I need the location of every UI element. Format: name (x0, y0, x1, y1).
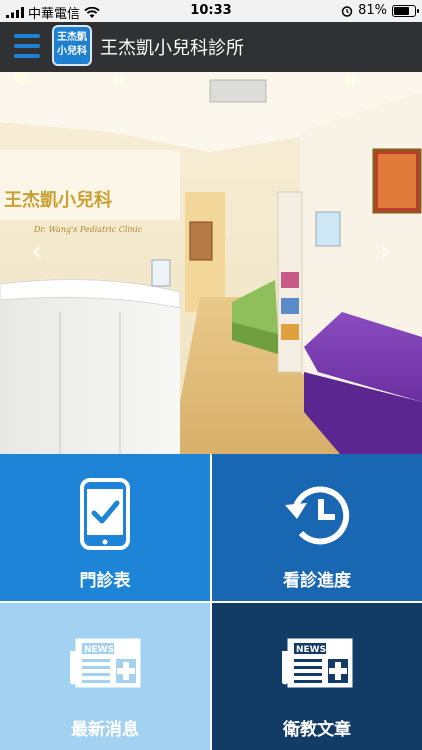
hero-carousel[interactable]: 王杰凱小兒科 Dr. Wang's Pediatric Clinic ‹ › (0, 72, 422, 454)
clinic-logo: 王杰凱 小兒科 (52, 25, 92, 66)
news-icon: NEWS (212, 623, 422, 703)
news-icon: NEWS (0, 623, 210, 703)
tile-news[interactable]: NEWS 最新消息 (0, 603, 210, 750)
carousel-next-button[interactable]: › (370, 232, 400, 272)
battery-icon (392, 4, 419, 17)
battery-fill (394, 6, 409, 15)
carousel-prev-button[interactable]: ‹ (22, 232, 52, 272)
tile-schedule[interactable]: 門診表 (0, 454, 210, 601)
menu-button[interactable] (14, 34, 40, 58)
history-icon (212, 474, 422, 554)
menu-tiles: 門診表 看診進度 NEWS 最新消息 NEWS 衛教文章 (0, 454, 422, 750)
svg-text:NEWS: NEWS (296, 645, 326, 655)
tile-label: 最新消息 (71, 720, 139, 740)
clinic-photo: 王杰凱小兒科 Dr. Wang's Pediatric Clinic (0, 72, 422, 454)
svg-text:NEWS: NEWS (84, 645, 114, 655)
tile-label: 衛教文章 (283, 720, 351, 740)
tile-health-articles[interactable]: NEWS 衛教文章 (212, 603, 422, 750)
app-title: 王杰凱小兒科診所 (100, 38, 244, 59)
phone-check-icon (0, 474, 210, 554)
reception-sign: 王杰凱小兒科 (4, 189, 112, 211)
hamburger-icon (14, 34, 40, 38)
alarm-icon (341, 5, 353, 17)
status-bar: 中華電信 10:33 81% (0, 0, 422, 22)
app-header: 王杰凱 小兒科 王杰凱小兒科診所 (0, 22, 422, 72)
status-right: 81% (341, 3, 419, 18)
tile-progress[interactable]: 看診進度 (212, 454, 422, 601)
tile-label: 看診進度 (283, 571, 351, 591)
tile-label: 門診表 (79, 571, 131, 591)
battery-percent: 81% (358, 3, 387, 18)
